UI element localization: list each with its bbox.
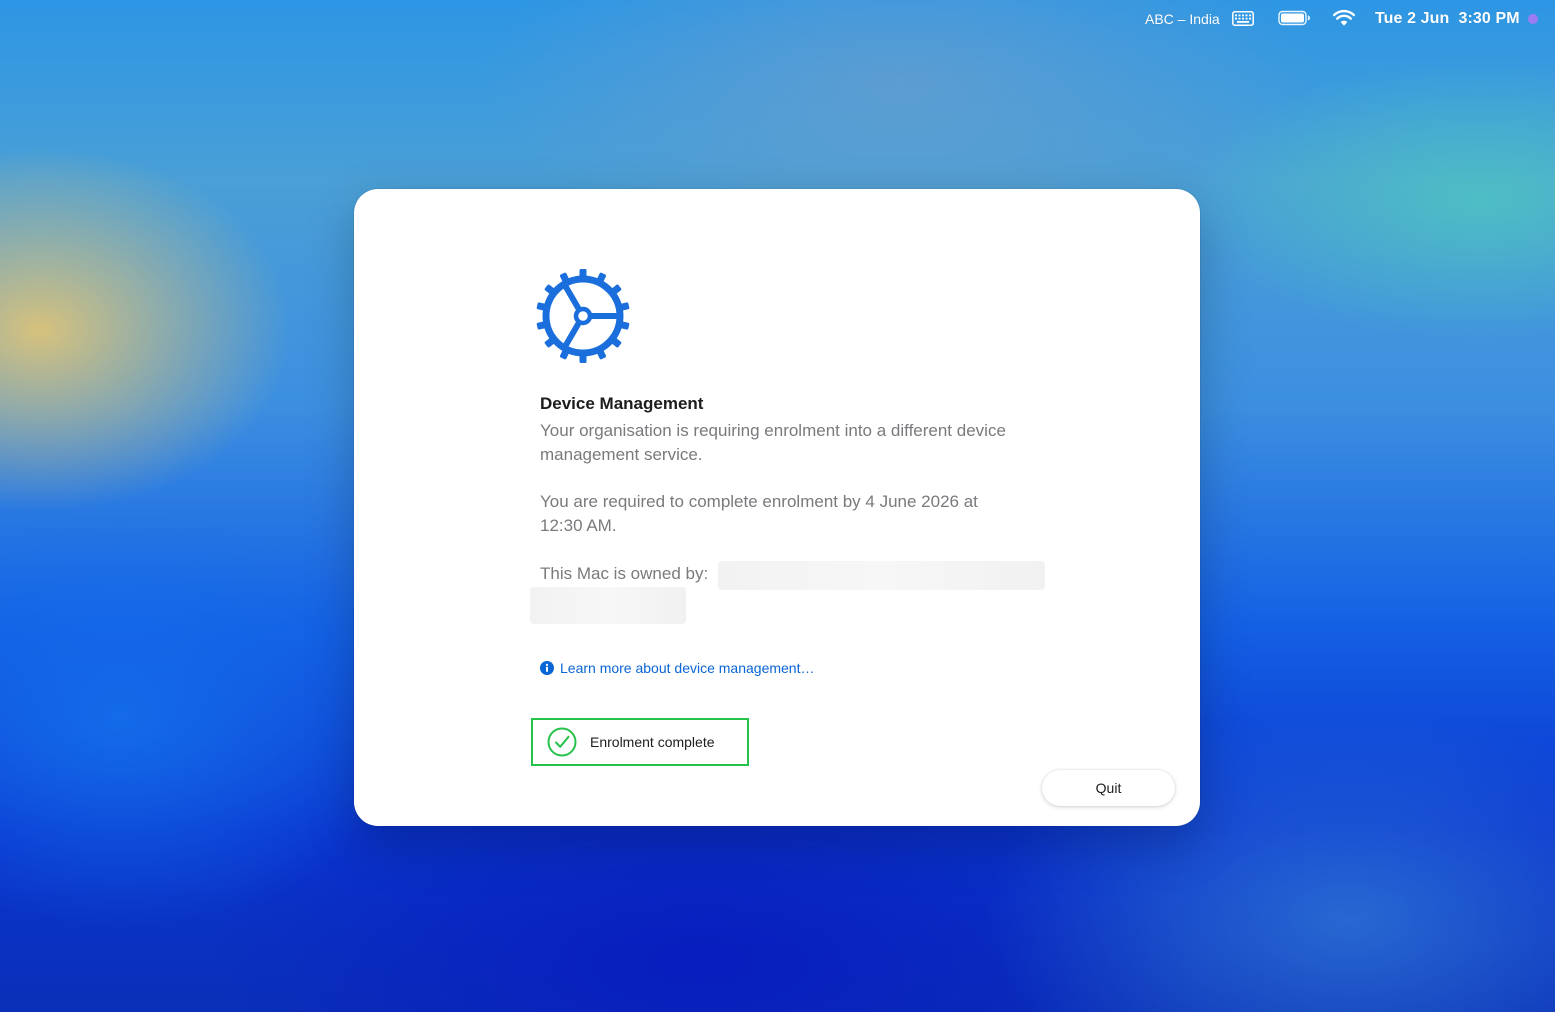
redacted-owner-name-continued [530, 587, 686, 624]
gear-icon [536, 269, 630, 363]
deadline-text: You are required to complete enrolment b… [540, 492, 978, 535]
battery-icon[interactable] [1278, 10, 1310, 26]
quit-button[interactable]: Quit [1042, 770, 1175, 806]
wifi-icon[interactable] [1333, 9, 1355, 27]
dialog-title: Device Management [540, 394, 704, 413]
enrolment-status-box: Enrolment complete [531, 718, 749, 766]
device-management-dialog: Device Management Your organisation is r… [354, 189, 1200, 826]
info-icon [540, 661, 554, 675]
redacted-owner-name [718, 561, 1045, 590]
keyboard-icon[interactable] [1232, 11, 1254, 26]
checkmark-circle-icon [547, 727, 577, 757]
enrolment-status-text: Enrolment complete [590, 734, 715, 750]
status-dot [1528, 14, 1538, 24]
menu-bar: ABC – India Tue 2 Jun 3:30 PM [0, 0, 1555, 38]
input-source-label[interactable]: ABC – India [1145, 9, 1220, 29]
menubar-clock[interactable]: Tue 2 Jun 3:30 PM [1375, 9, 1520, 29]
requirement-text: Your organisation is requiring enrolment… [540, 421, 1006, 464]
learn-more-text[interactable]: Learn more about device management… [560, 660, 814, 676]
learn-more-link[interactable]: Learn more about device management… [540, 659, 814, 677]
